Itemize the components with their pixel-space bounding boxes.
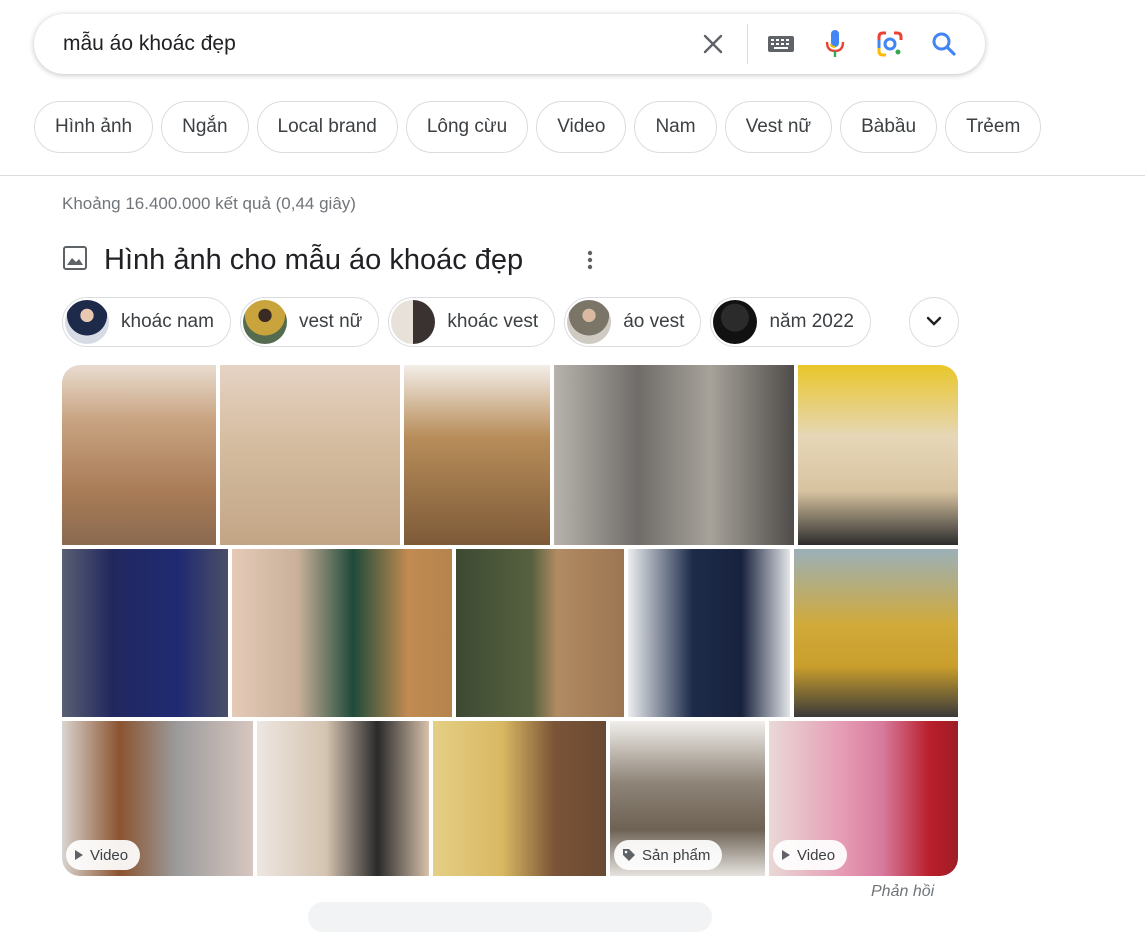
badge-label: Video <box>797 846 836 864</box>
related-thumbnail <box>567 300 612 344</box>
image-result[interactable] <box>257 721 429 876</box>
related-thumbnail <box>65 300 109 344</box>
related-chip-vest-nu[interactable]: vest nữ <box>239 297 380 347</box>
filter-chip-local-brand[interactable]: Local brand <box>256 101 398 153</box>
more-options-icon[interactable] <box>580 242 600 278</box>
search-box[interactable] <box>34 14 985 74</box>
image-result[interactable] <box>456 549 624 717</box>
close-icon[interactable] <box>693 24 733 64</box>
keyboard-icon[interactable] <box>761 24 801 64</box>
search-divider <box>747 24 748 64</box>
related-chip-nam-2022[interactable]: năm 2022 <box>710 297 871 347</box>
filter-chip-women-vest[interactable]: Vest nữ <box>724 101 833 153</box>
badge-label: Video <box>90 846 129 864</box>
related-chip-label: áo vest <box>623 311 685 332</box>
image-result[interactable]: Video <box>769 721 958 876</box>
related-chip-khoac-nam[interactable]: khoác nam <box>62 297 231 347</box>
image-result[interactable] <box>232 549 452 717</box>
play-icon <box>782 850 790 860</box>
related-chip-ao-vest[interactable]: áo vest <box>564 297 702 347</box>
image-result[interactable] <box>554 365 794 545</box>
filter-chip-wool[interactable]: Lông cừu <box>405 101 529 153</box>
related-image-searches: khoác nam vest nữ khoác vest áo vest năm… <box>62 297 871 347</box>
play-icon <box>75 850 83 860</box>
badge-label: Sản phẩm <box>642 846 711 864</box>
chevron-down-icon <box>926 313 942 331</box>
header-divider <box>0 175 1145 176</box>
product-badge: Sản phẩm <box>614 840 723 870</box>
video-badge: Video <box>773 840 848 870</box>
image-result[interactable]: Sản phẩm <box>610 721 765 876</box>
filter-chip-short[interactable]: Ngắn <box>161 101 249 153</box>
related-thumbnail <box>242 300 287 344</box>
filter-chip-kids[interactable]: Trẻem <box>945 101 1042 153</box>
image-icon <box>62 245 88 276</box>
related-chip-label: khoác vest <box>447 311 539 332</box>
image-result[interactable] <box>62 365 216 545</box>
google-lens-icon[interactable] <box>870 24 910 64</box>
filter-chip-maternity[interactable]: Bàbầu <box>840 101 938 153</box>
image-result[interactable]: Video <box>62 721 253 876</box>
video-badge: Video <box>66 840 141 870</box>
image-results-grid: Video Sản phẩm Video <box>62 365 958 876</box>
images-section-header: Hình ảnh cho mẫu áo khoác đẹp <box>62 238 593 282</box>
images-section-title: Hình ảnh cho mẫu áo khoác đẹp <box>104 243 524 276</box>
related-chip-label: vest nữ <box>298 311 363 332</box>
view-all-button[interactable] <box>308 902 712 932</box>
search-icon[interactable] <box>924 24 964 64</box>
result-stats: Khoảng 16.400.000 kết quả (0,44 giây) <box>62 194 356 213</box>
related-chip-khoac-vest[interactable]: khoác vest <box>388 297 556 347</box>
image-result[interactable] <box>433 721 606 876</box>
related-chip-label: năm 2022 <box>769 311 854 332</box>
image-result[interactable] <box>628 549 790 717</box>
image-result[interactable] <box>404 365 550 545</box>
microphone-icon[interactable] <box>815 24 855 64</box>
image-result[interactable] <box>62 549 228 717</box>
image-result[interactable] <box>798 365 958 545</box>
tag-icon <box>623 849 635 861</box>
expand-related-button[interactable] <box>909 297 959 347</box>
related-thumbnail <box>391 300 436 344</box>
filter-chip-video[interactable]: Video <box>536 101 627 153</box>
related-thumbnail <box>713 300 758 344</box>
feedback-link[interactable]: Phản hồi <box>871 883 934 901</box>
filter-chip-men[interactable]: Nam <box>634 101 717 153</box>
filter-chip-images[interactable]: Hình ảnh <box>34 101 154 153</box>
image-result[interactable] <box>794 549 958 717</box>
filter-chips: Hình ảnh Ngắn Local brand Lông cừu Video… <box>34 101 1042 153</box>
related-chip-label: khoác nam <box>121 311 214 332</box>
search-input[interactable] <box>63 14 663 74</box>
image-result[interactable] <box>220 365 400 545</box>
